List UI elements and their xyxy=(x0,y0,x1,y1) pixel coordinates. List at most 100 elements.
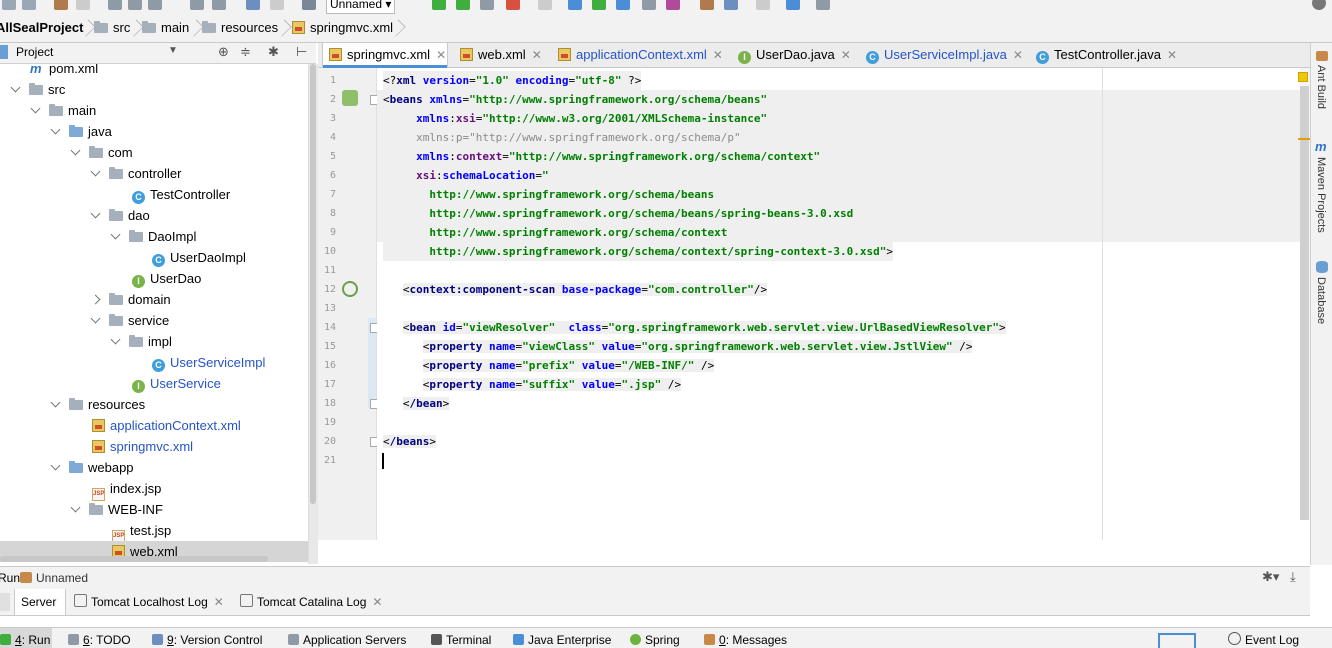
help-icon[interactable] xyxy=(786,0,800,10)
application-servers-tool-button[interactable]: Application Servers xyxy=(288,632,406,648)
tree-item-userdaoimpl[interactable]: C UserDaoImpl xyxy=(152,247,246,268)
project-horizontal-scrollbar[interactable] xyxy=(0,556,268,562)
database-tool-button[interactable]: Database xyxy=(1315,277,1327,324)
close-icon[interactable]: ✕ xyxy=(214,595,224,609)
search-everywhere-icon[interactable] xyxy=(1312,0,1326,10)
java-enterprise-tool-button[interactable]: Java Enterprise xyxy=(513,632,611,648)
expand-arrow-icon[interactable] xyxy=(30,103,41,114)
run-icon[interactable] xyxy=(432,0,446,10)
expand-arrow-icon[interactable] xyxy=(50,124,61,135)
messages-tool-button[interactable]: 0: Messages xyxy=(704,632,787,648)
sync-icon[interactable] xyxy=(22,0,36,10)
tab-testcontroller-java[interactable]: C TestController.java ✕ xyxy=(1030,43,1186,67)
tab-web-xml[interactable]: web.xml ✕ xyxy=(454,43,546,67)
breadcrumb-item-src[interactable]: src xyxy=(94,20,130,36)
find-icon[interactable] xyxy=(190,0,204,10)
tree-item-pom[interactable]: m pom.xml xyxy=(30,64,98,79)
tree-item-webapp[interactable]: webapp xyxy=(50,457,134,478)
tree-item-daoimpl[interactable]: DaoImpl xyxy=(110,226,196,247)
tree-item-springmvc[interactable]: springmvc.xml xyxy=(92,436,193,457)
layout-icon[interactable] xyxy=(538,0,552,10)
collapse-all-icon[interactable]: ≑ xyxy=(240,44,251,60)
expand-arrow-icon[interactable] xyxy=(110,334,121,345)
run-console[interactable] xyxy=(0,616,1310,626)
tree-item-domain[interactable]: domain xyxy=(90,289,171,310)
ant-build-tool-button[interactable]: Ant Build xyxy=(1315,65,1327,109)
expand-arrow-icon[interactable] xyxy=(90,313,101,324)
vcs-history-icon[interactable] xyxy=(642,0,656,10)
code-editor[interactable]: <?xml version="1.0" encoding="utf-8" ?> … xyxy=(377,68,1301,540)
warning-marker[interactable] xyxy=(1298,138,1310,140)
expand-arrow-icon[interactable] xyxy=(90,166,101,177)
event-log-button[interactable]: Event Log xyxy=(1228,632,1299,648)
breadcrumb-file[interactable]: springmvc.xml xyxy=(292,20,393,36)
tree-item-userserviceimpl[interactable]: C UserServiceImpl xyxy=(152,352,265,373)
component-scan-icon[interactable] xyxy=(342,281,358,297)
todo-tool-button[interactable]: 6: TODO xyxy=(68,632,131,648)
memory-indicator[interactable] xyxy=(1158,633,1196,648)
breadcrumb-item-main[interactable]: main xyxy=(142,20,189,36)
undo-icon[interactable] xyxy=(54,0,68,10)
coverage-icon[interactable] xyxy=(480,0,494,10)
gear-icon[interactable]: ✱▾ xyxy=(1262,569,1279,585)
tree-item-src[interactable]: src xyxy=(10,79,65,100)
tab-server[interactable]: Server xyxy=(14,589,66,615)
chevron-down-icon[interactable]: ▼ xyxy=(168,45,178,56)
close-icon[interactable]: ✕ xyxy=(532,48,542,62)
spring-tool-button[interactable]: Spring xyxy=(630,632,680,648)
breadcrumb-project[interactable]: AllSealProject xyxy=(0,20,83,36)
paste-icon[interactable] xyxy=(148,0,162,10)
expand-arrow-icon[interactable] xyxy=(70,145,81,156)
tree-item-applicationcontext[interactable]: applicationContext.xml xyxy=(92,415,241,436)
locate-icon[interactable]: ⊕ xyxy=(218,44,229,60)
tab-userserviceimpl-java[interactable]: C UserServiceImpl.java ✕ xyxy=(860,43,1030,67)
tree-item-userdao[interactable]: I UserDao xyxy=(132,268,201,289)
close-icon[interactable]: ✕ xyxy=(436,48,446,62)
vcs-compare-icon[interactable] xyxy=(616,0,630,10)
tree-item-index-jsp[interactable]: JSP index.jsp xyxy=(92,478,161,501)
collapse-arrow-icon[interactable] xyxy=(90,294,101,305)
stop-icon[interactable] xyxy=(506,0,520,10)
hide-panel-icon[interactable]: ⊢ xyxy=(296,44,307,60)
warning-stripe-icon[interactable] xyxy=(1298,72,1308,82)
close-icon[interactable]: ✕ xyxy=(1167,48,1177,62)
expand-arrow-icon[interactable] xyxy=(10,82,21,93)
tree-item-main[interactable]: main xyxy=(30,100,96,121)
expand-arrow-icon[interactable] xyxy=(110,229,121,240)
tab-tomcat-catalina-log[interactable]: Tomcat Catalina Log ✕ xyxy=(234,589,390,615)
close-icon[interactable]: ✕ xyxy=(841,48,851,62)
back-icon[interactable] xyxy=(246,0,260,10)
cut-icon[interactable] xyxy=(108,0,122,10)
editor-gutter[interactable]: 1 2 3 4 5 6 7 8 9 10 11 12 13 14 15 16 1… xyxy=(318,68,380,540)
expand-arrow-icon[interactable] xyxy=(70,502,81,513)
project-panel-title[interactable]: Project xyxy=(16,45,53,59)
tree-item-controller[interactable]: controller xyxy=(90,163,181,184)
plugin-icon[interactable] xyxy=(816,0,830,10)
vcs-commit-icon[interactable] xyxy=(592,0,606,10)
close-icon[interactable]: ✕ xyxy=(1013,48,1023,62)
tab-applicationcontext-xml[interactable]: applicationContext.xml ✕ xyxy=(552,43,726,67)
maven-projects-tool-button[interactable]: Maven Projects xyxy=(1315,157,1327,233)
tree-item-resources[interactable]: resources xyxy=(50,394,145,415)
run-tool-button[interactable]: 4: Run xyxy=(0,632,50,648)
settings-icon[interactable] xyxy=(700,0,714,10)
close-icon[interactable]: ✕ xyxy=(372,595,382,609)
tree-item-test-jsp[interactable]: JSP test.jsp xyxy=(112,520,171,543)
hide-panel-icon[interactable]: ⤓ xyxy=(1290,569,1296,585)
expand-arrow-icon[interactable] xyxy=(50,397,61,408)
editor-scrollbar-thumb[interactable] xyxy=(1300,86,1309,520)
sdk-icon[interactable] xyxy=(756,0,770,10)
debug-icon[interactable] xyxy=(456,0,470,10)
terminal-tool-button[interactable]: Terminal xyxy=(431,632,491,648)
tree-item-web-inf[interactable]: WEB-INF xyxy=(70,499,163,520)
tab-tomcat-localhost-log[interactable]: Tomcat Localhost Log ✕ xyxy=(68,589,232,615)
tree-item-com[interactable]: com xyxy=(70,142,133,163)
run-config-select[interactable]: Unnamed ▾ xyxy=(326,0,396,14)
tree-item-testcontroller[interactable]: C TestController xyxy=(132,184,230,205)
close-icon[interactable]: ✕ xyxy=(713,48,723,62)
project-scrollbar-thumb[interactable] xyxy=(310,64,316,504)
gear-icon[interactable]: ✱ xyxy=(268,44,279,60)
build-icon[interactable] xyxy=(302,0,316,10)
forward-icon[interactable] xyxy=(270,0,284,10)
tab-springmvc-xml[interactable]: springmvc.xml ✕ xyxy=(322,43,448,68)
